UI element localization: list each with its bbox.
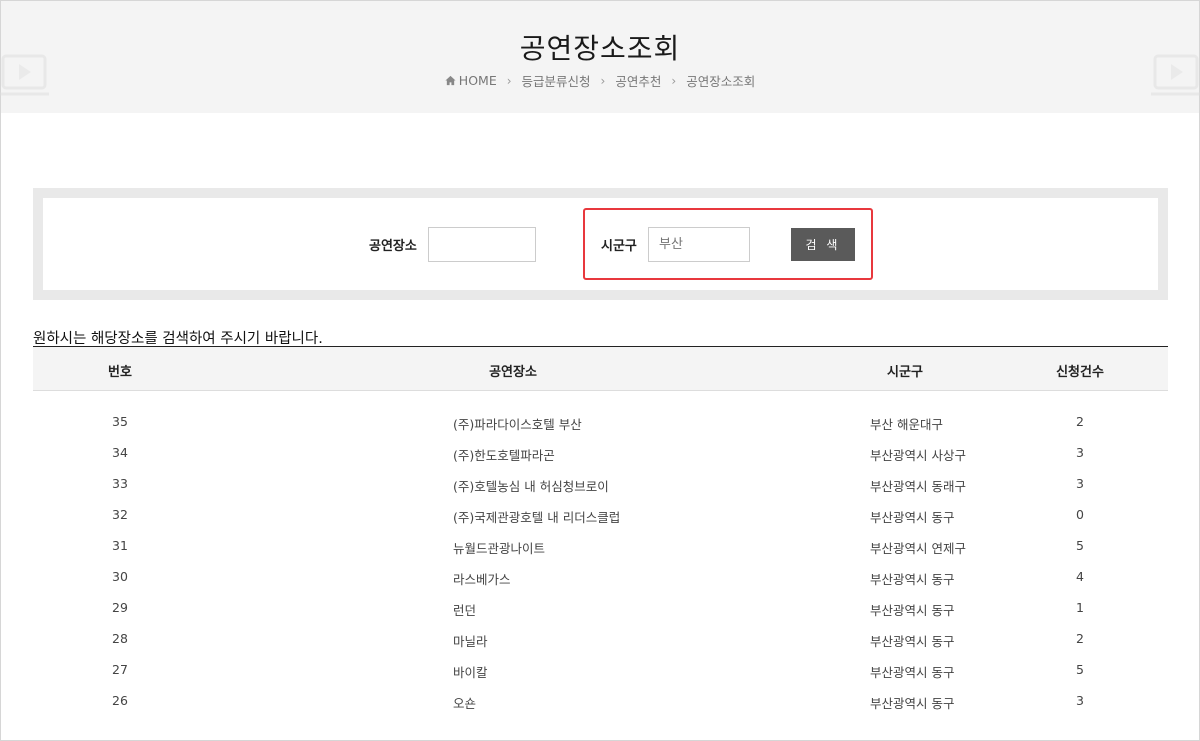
row-district: 부산광역시 동구 <box>870 603 955 618</box>
row-count: 2 <box>1076 631 1084 646</box>
row-number: 35 <box>112 414 128 429</box>
row-count: 5 <box>1076 538 1084 553</box>
row-district: 부산광역시 동구 <box>870 572 955 587</box>
page-title: 공연장소조회 <box>519 32 681 65</box>
row-district: 부산광역시 동구 <box>870 510 955 525</box>
page-header: 공연장소조회 HOME › 등급분류신청 › 공연추천 › 공연장소조회 <box>0 1 1200 113</box>
breadcrumb-performance-recommend[interactable]: 공연추천 <box>615 71 661 90</box>
row-district: 부산광역시 동구 <box>870 634 955 649</box>
row-venue[interactable]: 뉴월드관광나이트 <box>453 538 545 557</box>
breadcrumb-home-label: HOME <box>458 73 497 88</box>
table-row: 34 (주)한도호텔파라곤 부산광역시 사상구 3 <box>33 438 1168 469</box>
chevron-right-icon: › <box>671 73 677 88</box>
row-district: 부산광역시 동구 <box>870 665 955 680</box>
column-header-count: 신청건수 <box>1056 365 1104 380</box>
table-row: 27 바이칼 부산광역시 동구 5 <box>33 655 1168 686</box>
column-header-venue: 공연장소 <box>489 365 537 380</box>
row-district: 부산광역시 동래구 <box>870 479 966 494</box>
table-row: 35 (주)파라다이스호텔 부산 부산 해운대구 2 <box>33 407 1168 438</box>
row-count: 4 <box>1076 569 1084 584</box>
row-district: 부산광역시 사상구 <box>870 448 966 463</box>
breadcrumb-current: 공연장소조회 <box>686 74 756 89</box>
row-count: 5 <box>1076 662 1084 677</box>
venue-table: 번호 공연장소 시군구 신청건수 35 (주)파라다이스호텔 부산 부산 해운대구 2… <box>33 346 1168 717</box>
table-row: 26 오숀 부산광역시 동구 3 <box>33 686 1168 717</box>
row-venue[interactable]: (주)국제관광호텔 내 리더스클럽 <box>453 507 620 526</box>
row-number: 29 <box>112 600 128 615</box>
table-row: 29 런던 부산광역시 동구 1 <box>33 593 1168 624</box>
row-district: 부산광역시 동구 <box>870 696 955 711</box>
row-venue[interactable]: 바이칼 <box>453 662 488 681</box>
row-count: 3 <box>1076 445 1084 460</box>
row-venue[interactable]: (주)파라다이스호텔 부산 <box>453 414 582 433</box>
row-number: 33 <box>112 476 128 491</box>
search-panel: 공연장소 시군구 검 색 <box>33 188 1168 300</box>
row-venue[interactable]: 라스베가스 <box>453 569 511 588</box>
chevron-right-icon: › <box>506 73 512 88</box>
chevron-right-icon: › <box>600 73 606 88</box>
row-count: 1 <box>1076 600 1084 615</box>
table-row: 32 (주)국제관광호텔 내 리더스클럽 부산광역시 동구 0 <box>33 500 1168 531</box>
row-district: 부산 해운대구 <box>870 417 943 432</box>
row-number: 34 <box>112 445 128 460</box>
row-number: 32 <box>112 507 128 522</box>
breadcrumb-rating-application[interactable]: 등급분류신청 <box>522 71 591 90</box>
district-label: 시군구 <box>601 239 637 254</box>
row-count: 0 <box>1076 507 1084 522</box>
home-icon <box>445 75 456 86</box>
table-row: 28 마닐라 부산광역시 동구 2 <box>33 624 1168 655</box>
district-input[interactable] <box>648 227 750 262</box>
search-form: 공연장소 시군구 검 색 <box>43 198 1158 290</box>
row-count: 3 <box>1076 476 1084 491</box>
row-number: 26 <box>112 693 128 708</box>
row-number: 27 <box>112 662 128 677</box>
column-header-number: 번호 <box>108 365 132 380</box>
venue-label: 공연장소 <box>369 239 417 254</box>
venue-input[interactable] <box>428 227 536 262</box>
row-number: 28 <box>112 631 128 646</box>
row-venue[interactable]: 마닐라 <box>453 631 488 650</box>
row-venue[interactable]: (주)호텔농심 내 허심청브로이 <box>453 476 609 495</box>
breadcrumb: HOME › 등급분류신청 › 공연추천 › 공연장소조회 <box>1 71 1199 90</box>
table-row: 31 뉴월드관광나이트 부산광역시 연제구 5 <box>33 531 1168 562</box>
search-notice: 원하시는 해당장소를 검색하여 주시기 바랍니다. <box>33 331 323 347</box>
row-number: 31 <box>112 538 128 553</box>
row-number: 30 <box>112 569 128 584</box>
table-row: 30 라스베가스 부산광역시 동구 4 <box>33 562 1168 593</box>
breadcrumb-home[interactable]: HOME <box>445 73 497 88</box>
search-button[interactable]: 검 색 <box>791 228 855 261</box>
table-header: 번호 공연장소 시군구 신청건수 <box>33 346 1168 391</box>
table-body: 35 (주)파라다이스호텔 부산 부산 해운대구 2 34 (주)한도호텔파라곤 부산광역시… <box>33 407 1168 717</box>
column-header-district: 시군구 <box>887 365 923 380</box>
row-venue[interactable]: 런던 <box>453 600 476 619</box>
table-row: 33 (주)호텔농심 내 허심청브로이 부산광역시 동래구 3 <box>33 469 1168 500</box>
row-venue[interactable]: 오숀 <box>453 693 476 712</box>
row-count: 3 <box>1076 693 1084 708</box>
row-count: 2 <box>1076 414 1084 429</box>
row-venue[interactable]: (주)한도호텔파라곤 <box>453 445 555 464</box>
row-district: 부산광역시 연제구 <box>870 541 966 556</box>
